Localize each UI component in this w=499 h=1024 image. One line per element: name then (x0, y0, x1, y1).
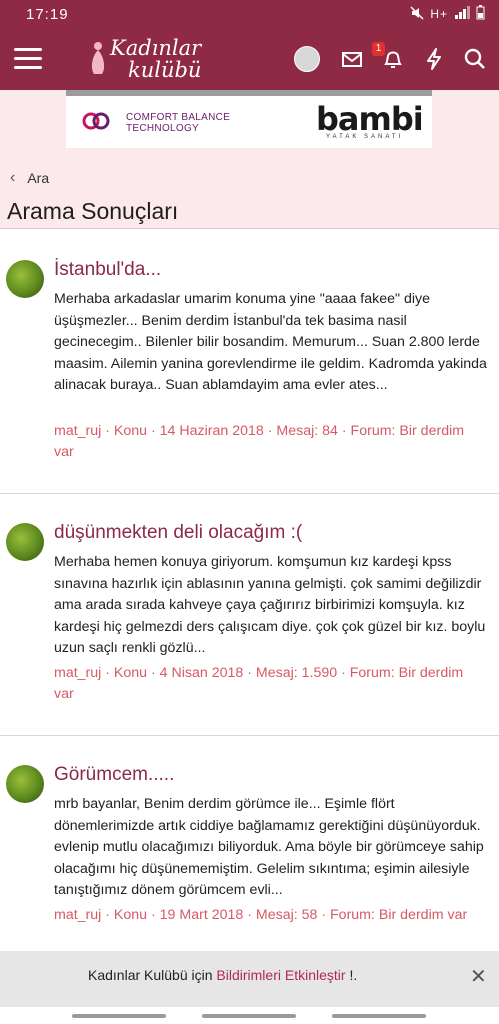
logo-figure-icon (91, 42, 105, 74)
author-link[interactable]: mat_ruj (54, 665, 101, 681)
push-notification-prompt: Kadınlar Kulübü için Bildirimleri Etkinl… (0, 951, 499, 1007)
mail-icon[interactable] (339, 46, 365, 72)
author-link[interactable]: mat_ruj (54, 423, 101, 439)
content-type: Konu (113, 907, 148, 923)
ad-brand2: bambi (316, 100, 424, 138)
result-meta: mat_ruj · Konu · 14 Haziran 2018 · Mesaj… (54, 423, 465, 460)
logo-text-line2: kulübü (128, 58, 202, 82)
ad-banner[interactable]: COMFORT BALANCE TECHNOLOGY bambi YATAK S… (66, 96, 432, 148)
ad-brand1-line1: COMFORT BALANCE (126, 112, 231, 123)
menu-icon[interactable] (14, 48, 42, 70)
prompt-prefix: Kadınlar Kulübü için (88, 967, 217, 983)
status-bar: 17:19 H+ (0, 0, 499, 28)
ad-brand1-text: COMFORT BALANCE TECHNOLOGY (126, 112, 230, 134)
nav-back-handle[interactable] (332, 1014, 426, 1018)
user-avatar[interactable] (294, 46, 320, 72)
result-snippet: mrb bayanlar, Benim derdim görümce ile..… (54, 796, 484, 898)
reply-count: Mesaj: 1.590 (255, 665, 338, 681)
nav-home-handle[interactable] (202, 1014, 296, 1018)
author-avatar[interactable] (6, 260, 44, 298)
reply-count: Mesaj: 84 (276, 423, 338, 439)
result-snippet: Merhaba hemen konuya giriyorum. komşumun… (54, 554, 486, 656)
ad-brand2-sub: YATAK SANATI (326, 134, 404, 140)
reply-count: Mesaj: 58 (255, 907, 318, 923)
prompt-text: Kadınlar Kulübü için Bildirimleri Etkinl… (88, 967, 357, 983)
signal-icon (454, 6, 470, 22)
content-type: Konu (113, 665, 148, 681)
result-meta: mat_ruj · Konu · 19 Mart 2018 · Mesaj: 5… (54, 907, 468, 923)
notification-count-badge: 1 (372, 42, 385, 56)
author-avatar[interactable] (6, 523, 44, 561)
breadcrumb[interactable]: ‹ Ara (10, 169, 49, 187)
app-header: Kadınlar kulübü 1 (0, 28, 499, 90)
result-title[interactable]: Görümcem..... (54, 764, 174, 786)
author-link[interactable]: mat_ruj (54, 907, 101, 923)
result-snippet: Merhaba arkadaslar umarim konuma yine "a… (54, 291, 487, 393)
network-label: H+ (430, 7, 448, 21)
search-result: İstanbul'da... Merhaba arkadaslar umarim… (0, 229, 499, 494)
close-icon[interactable]: ✕ (470, 964, 487, 989)
comfort-balance-logo-icon (82, 112, 110, 130)
battery-icon (476, 5, 485, 23)
logo-text-line1: Kadınlar (110, 36, 202, 60)
chevron-left-icon: ‹ (10, 169, 16, 186)
result-meta: mat_ruj · Konu · 4 Nisan 2018 · Mesaj: 1… (54, 665, 464, 702)
search-result: düşünmekten deli olacağım :( Merhaba hem… (0, 494, 499, 736)
mute-icon (410, 5, 424, 23)
clock: 17:19 (26, 5, 69, 23)
prompt-suffix: !. (345, 967, 358, 983)
result-title[interactable]: İstanbul'da... (54, 259, 161, 281)
result-date: 4 Nisan 2018 (159, 665, 244, 681)
lightning-icon[interactable] (421, 46, 447, 72)
breadcrumb-label: Ara (27, 170, 50, 186)
search-results-list: İstanbul'da... Merhaba arkadaslar umarim… (0, 229, 499, 951)
result-title[interactable]: düşünmekten deli olacağım :( (54, 522, 302, 544)
status-icons: H+ (410, 5, 485, 23)
result-date: 19 Mart 2018 (159, 907, 244, 923)
page-title: Arama Sonuçları (7, 198, 179, 224)
system-nav-bar (0, 1007, 499, 1024)
forum-link[interactable]: Forum: Bir derdim var (330, 907, 467, 923)
nav-recents-handle[interactable] (72, 1014, 166, 1018)
search-result: Görümcem..... mrb bayanlar, Benim derdim… (0, 736, 499, 951)
author-avatar[interactable] (6, 765, 44, 803)
result-date: 14 Haziran 2018 (159, 423, 264, 439)
ad-brand1-line2: TECHNOLOGY (126, 123, 200, 134)
site-logo[interactable]: Kadınlar kulübü (88, 36, 218, 82)
enable-notifications-link[interactable]: Bildirimleri Etkinleştir (216, 967, 345, 983)
search-icon[interactable] (462, 46, 488, 72)
content-type: Konu (113, 423, 148, 439)
